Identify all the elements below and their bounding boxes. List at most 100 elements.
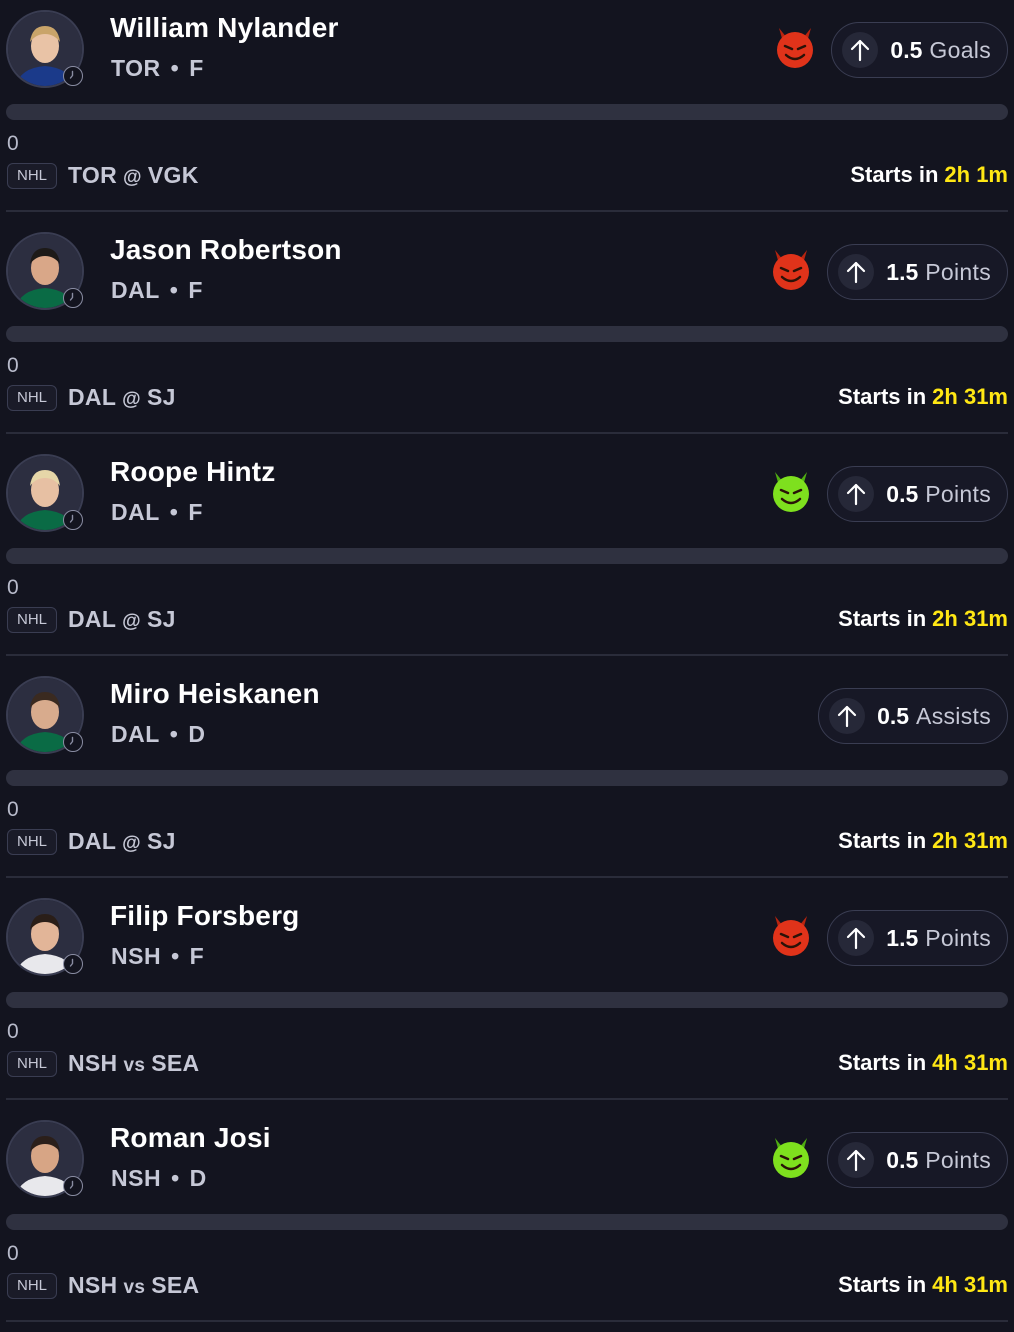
team-away: SEA	[151, 1050, 200, 1076]
team-abbr: NSH	[111, 1165, 162, 1191]
projection-line-button[interactable]: 0.5 Points	[827, 466, 1008, 522]
progress-count: 0	[7, 132, 19, 155]
team-away: SJ	[147, 828, 176, 854]
team-abbr: TOR	[111, 55, 161, 81]
player-name: Roman Josi	[110, 1122, 271, 1153]
matchup: DAL @ SJ	[68, 606, 176, 633]
starts-label: Starts in	[838, 828, 927, 853]
player-name: William Nylander	[110, 12, 339, 43]
projection-card[interactable]: Roman Josi NSH • D 0.5 Points 0 NHL NSH vs SEA Star…	[0, 1110, 1014, 1332]
projection-line-button[interactable]: 1.5 Points	[827, 244, 1008, 300]
player-name: Jason Robertson	[110, 234, 342, 265]
league-badge: NHL	[7, 385, 58, 411]
separator-dot: •	[169, 721, 179, 747]
divider	[6, 1098, 1008, 1100]
position: F	[188, 277, 203, 303]
separator-dot: •	[170, 55, 180, 81]
projection-card[interactable]: Roope Hintz DAL • F 0.5 Points 0 NHL DAL @ SJ Start…	[0, 444, 1014, 666]
stat-type: Assists	[916, 702, 991, 729]
projection-card[interactable]: William Nylander TOR • F 0.5 Goals 0 NHL TOR @ VGK…	[0, 0, 1014, 222]
clock-icon	[63, 732, 83, 752]
projection-card[interactable]: Filip Forsberg NSH • F 1.5 Points 0 NHL NSH vs SEA…	[0, 888, 1014, 1110]
team-away: SEA	[151, 1272, 200, 1298]
countdown: 2h 31m	[932, 828, 1008, 853]
team-home: TOR	[68, 162, 118, 188]
league-badge: NHL	[7, 163, 58, 189]
start-time: Starts in 2h 31m	[838, 606, 1008, 632]
progress-count: 0	[7, 1242, 19, 1265]
position: F	[189, 943, 205, 969]
line-value: 0.5	[886, 480, 919, 507]
projection-line-button[interactable]: 0.5 Assists	[818, 688, 1008, 744]
projection-card[interactable]: Miro Heiskanen DAL • D 0.5 Assists 0 NHL DAL @ SJ S…	[0, 666, 1014, 888]
divider	[6, 432, 1008, 434]
matchup-separator: @	[122, 833, 141, 854]
projection-line-button[interactable]: 0.5 Points	[827, 1132, 1008, 1188]
green-demon-icon	[769, 1134, 813, 1180]
player-team-position: NSH • D	[111, 1165, 207, 1192]
progress-count: 0	[7, 354, 19, 377]
red-demon-icon	[773, 24, 817, 70]
separator-dot: •	[169, 499, 179, 525]
player-name: Roope Hintz	[110, 456, 276, 487]
start-time: Starts in 2h 31m	[838, 828, 1008, 854]
starts-label: Starts in	[850, 162, 939, 187]
separator-dot: •	[169, 277, 179, 303]
line-value: 1.5	[886, 258, 919, 285]
team-home: DAL	[68, 606, 117, 632]
team-abbr: DAL	[111, 277, 160, 303]
line-value: 0.5	[890, 36, 923, 63]
line-value: 0.5	[886, 1146, 919, 1173]
progress-bar	[6, 104, 1008, 120]
start-time: Starts in 2h 31m	[838, 384, 1008, 410]
position: F	[189, 55, 204, 81]
matchup-separator: vs	[123, 1277, 146, 1298]
position: D	[188, 721, 206, 747]
countdown: 4h 31m	[932, 1272, 1008, 1297]
line-value: 0.5	[877, 702, 910, 729]
separator-dot: •	[171, 943, 180, 969]
position: F	[188, 499, 203, 525]
progress-count: 0	[7, 576, 19, 599]
divider	[6, 876, 1008, 878]
league-badge: NHL	[7, 1273, 58, 1299]
player-team-position: DAL • D	[111, 721, 205, 748]
starts-label: Starts in	[838, 1272, 927, 1297]
team-home: NSH	[68, 1050, 118, 1076]
player-name: Filip Forsberg	[110, 900, 300, 931]
start-time: Starts in 2h 1m	[850, 162, 1008, 188]
team-home: NSH	[68, 1272, 118, 1298]
league-badge: NHL	[7, 1051, 58, 1077]
arrow-up-icon	[842, 32, 879, 68]
projection-line-button[interactable]: 1.5 Points	[827, 910, 1008, 966]
progress-count: 0	[7, 798, 19, 821]
arrow-up-icon	[838, 1142, 875, 1178]
stat-type: Goals	[929, 36, 991, 63]
divider	[6, 654, 1008, 656]
starts-label: Starts in	[838, 384, 927, 409]
stat-type: Points	[925, 1146, 991, 1173]
countdown: 4h 31m	[932, 1050, 1008, 1075]
projection-card[interactable]: Jason Robertson DAL • F 1.5 Points 0 NHL DAL @ SJ S…	[0, 222, 1014, 444]
arrow-up-icon	[838, 476, 875, 512]
separator-dot: •	[171, 1165, 180, 1191]
starts-label: Starts in	[838, 606, 927, 631]
stat-type: Points	[925, 924, 991, 951]
clock-icon	[63, 510, 83, 530]
projection-line-button[interactable]: 0.5 Goals	[831, 22, 1008, 78]
progress-count: 0	[7, 1020, 19, 1043]
countdown: 2h 31m	[932, 606, 1008, 631]
red-demon-icon	[769, 246, 813, 292]
matchup: NSH vs SEA	[68, 1272, 199, 1299]
divider	[6, 210, 1008, 212]
progress-bar	[6, 326, 1008, 342]
progress-bar	[6, 548, 1008, 564]
team-home: DAL	[68, 384, 117, 410]
team-home: DAL	[68, 828, 117, 854]
league-badge: NHL	[7, 607, 58, 633]
team-abbr: DAL	[111, 499, 160, 525]
team-away: SJ	[147, 384, 176, 410]
progress-bar	[6, 1214, 1008, 1230]
line-value: 1.5	[886, 924, 919, 951]
player-team-position: DAL • F	[111, 499, 203, 526]
